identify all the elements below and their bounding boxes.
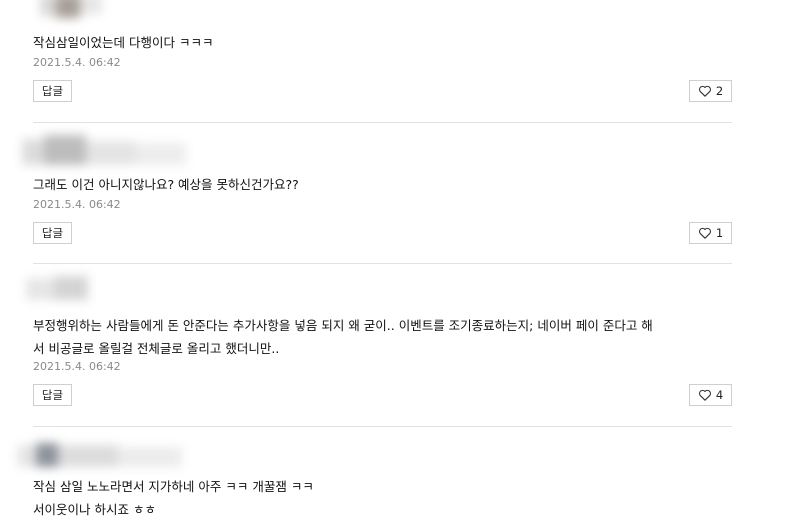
comment-text-line-2: 서 비공글로 올릴걸 전체글로 올리고 했더니만.. (33, 341, 280, 356)
reply-button[interactable]: 답글 (33, 384, 72, 406)
like-count: 1 (715, 226, 724, 240)
comment-text-line-2: 서이웃이나 하시죠 ㅎㅎ (33, 502, 156, 517)
like-button[interactable]: 2 (689, 80, 732, 102)
heart-outline-icon (698, 85, 712, 97)
comment-text-line-1: 부정행위하는 사람들에게 돈 안준다는 추가사항을 넣음 되지 왜 굳이.. 이… (33, 318, 653, 333)
comment-2: 그래도 이건 아니지않나요? 예상을 못하신건가요?? 2021.5.4. 06… (0, 123, 801, 263)
comment-text: 작심삼일이었는데 다행이다 ㅋㅋㅋ (33, 35, 214, 50)
like-count: 2 (715, 84, 724, 98)
reply-button[interactable]: 답글 (33, 80, 72, 102)
blurred-username (40, 0, 104, 20)
like-count: 4 (715, 388, 724, 402)
comment-text: 그래도 이건 아니지않나요? 예상을 못하신건가요?? (33, 177, 299, 192)
like-button[interactable]: 4 (689, 384, 732, 406)
heart-outline-icon (698, 227, 712, 239)
comment-4: 작심 삼일 노노라면서 지가하네 아주 ㅋㅋ 개꿀잼 ㅋㅋ 서이웃이나 하시죠 … (0, 427, 801, 523)
comment-date: 2021.5.4. 06:42 (33, 56, 121, 69)
like-button[interactable]: 1 (689, 222, 732, 244)
blurred-username (22, 135, 192, 169)
comment-date: 2021.5.4. 06:42 (33, 360, 121, 373)
comment-3: 부정행위하는 사람들에게 돈 안준다는 추가사항을 넣음 되지 왜 굳이.. 이… (0, 264, 801, 426)
comment-text-line-1: 작심 삼일 노노라면서 지가하네 아주 ㅋㅋ 개꿀잼 ㅋㅋ (33, 479, 314, 494)
blurred-username (26, 276, 92, 302)
comment-date: 2021.5.4. 06:42 (33, 198, 121, 211)
heart-outline-icon (698, 389, 712, 401)
reply-button[interactable]: 답글 (33, 222, 72, 244)
blurred-username (18, 441, 188, 469)
comment-1: 작심삼일이었는데 다행이다 ㅋㅋㅋ 2021.5.4. 06:42 답글 2 (0, 0, 801, 122)
